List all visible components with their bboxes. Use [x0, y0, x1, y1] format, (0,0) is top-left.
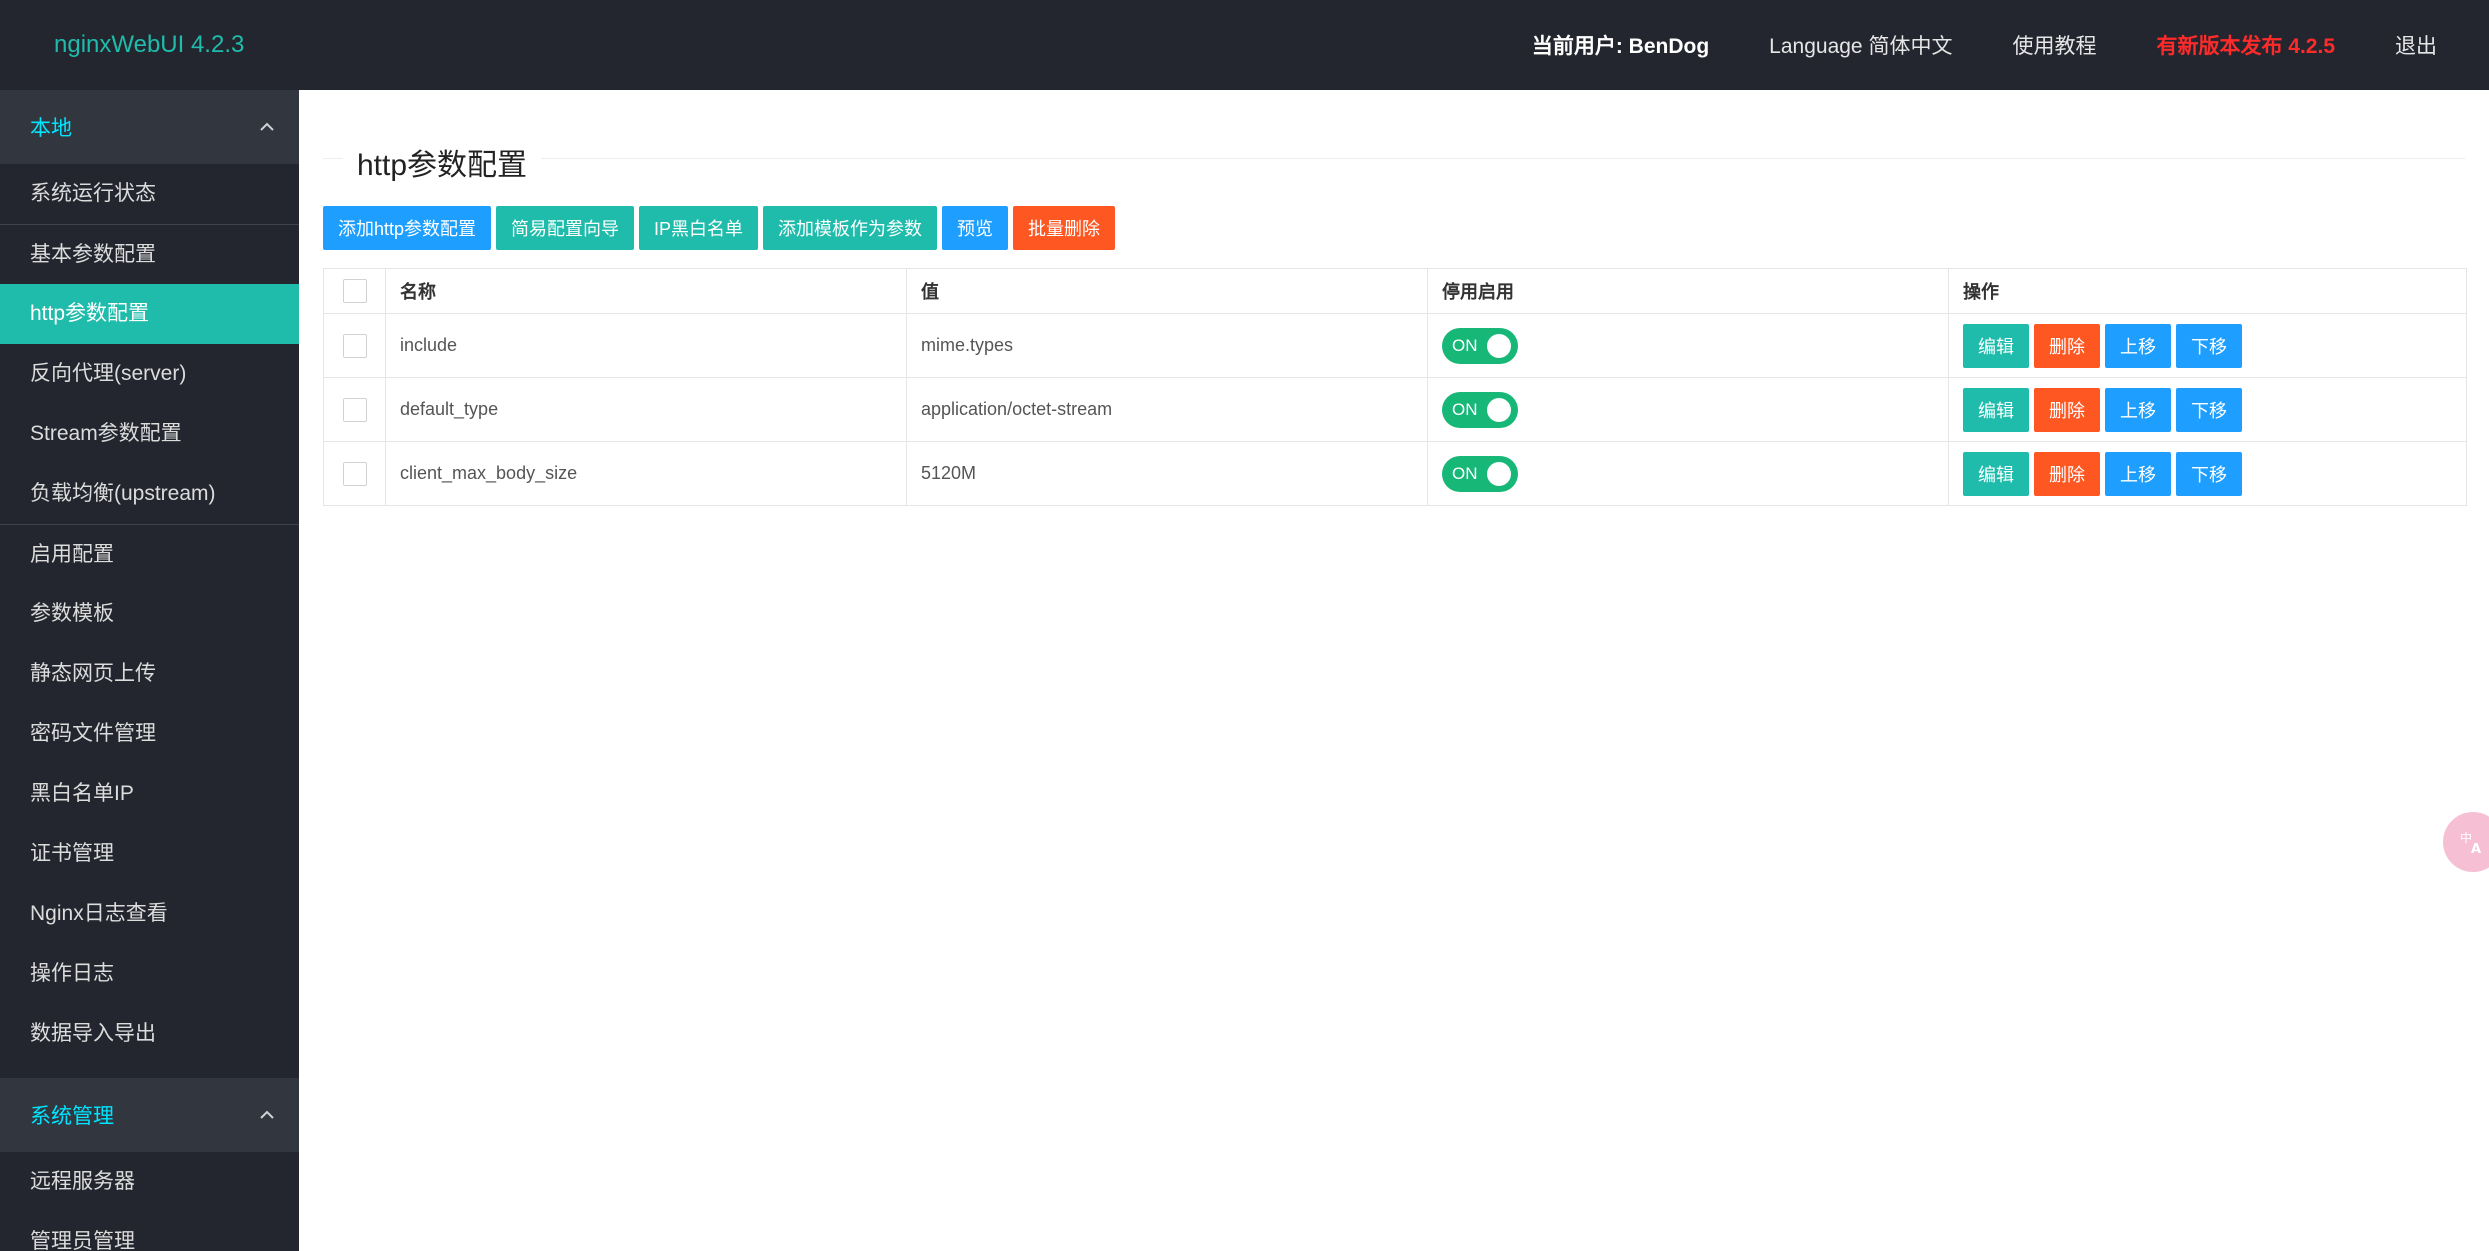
sidebar-item-password-files[interactable]: 密码文件管理 — [0, 704, 299, 764]
enable-toggle[interactable]: ON — [1442, 391, 1518, 428]
top-header: nginxWebUI 4.2.3 当前用户: BenDog Language 简… — [0, 0, 2489, 90]
logout-link[interactable]: 退出 — [2395, 30, 2437, 60]
move-up-button[interactable]: 上移 — [2105, 451, 2171, 496]
title-divider — [323, 158, 2465, 159]
top-nav: 当前用户: BenDog Language 简体中文 使用教程 有新版本发布 4… — [1532, 0, 2489, 90]
move-down-button[interactable]: 下移 — [2176, 387, 2242, 432]
sidebar-item-nginx-logs[interactable]: Nginx日志查看 — [0, 884, 299, 944]
tutorial-link[interactable]: 使用教程 — [2012, 30, 2096, 60]
sidebar-item-param-template[interactable]: 参数模板 — [0, 584, 299, 644]
toggle-label: ON — [1452, 463, 1478, 483]
row-checkbox[interactable] — [342, 397, 367, 422]
chevron-up-icon — [255, 115, 279, 139]
add-template-button[interactable]: 添加模板作为参数 — [763, 206, 938, 250]
select-all-cell — [323, 268, 386, 314]
row-value: mime.types — [906, 313, 1428, 378]
sidebar-item-reverse-proxy[interactable]: 反向代理(server) — [0, 344, 299, 404]
page-title: http参数配置 — [343, 140, 542, 184]
batch-delete-button[interactable]: 批量删除 — [1013, 206, 1116, 250]
sidebar-item-apply-config[interactable]: 启用配置 — [0, 524, 299, 584]
preview-button[interactable]: 预览 — [942, 206, 1009, 250]
chevron-up-icon — [255, 1103, 279, 1127]
toggle-knob — [1487, 461, 1511, 486]
sidebar-item-upstream[interactable]: 负载均衡(upstream) — [0, 464, 299, 524]
toggle-label: ON — [1452, 399, 1478, 419]
row-name: client_max_body_size — [385, 441, 907, 506]
sidebar-item-basic-params[interactable]: 基本参数配置 — [0, 224, 299, 284]
sidebar-item-certificates[interactable]: 证书管理 — [0, 824, 299, 884]
table-header-row: 名称 值 停用启用 操作 — [323, 268, 2467, 314]
row-name: default_type — [385, 377, 907, 442]
sidebar-group-system-label: 系统管理 — [30, 1105, 114, 1128]
row-value: application/octet-stream — [906, 377, 1428, 442]
toolbar: 添加http参数配置 简易配置向导 IP黑白名单 添加模板作为参数 预览 批量删… — [323, 206, 1116, 250]
main-content: http参数配置 添加http参数配置 简易配置向导 IP黑白名单 添加模板作为… — [299, 90, 2489, 1251]
new-release-link[interactable]: 有新版本发布 4.2.5 — [2156, 30, 2335, 60]
sidebar-item-system-status[interactable]: 系统运行状态 — [0, 164, 299, 224]
config-wizard-button[interactable]: 简易配置向导 — [496, 206, 635, 250]
add-http-param-button[interactable]: 添加http参数配置 — [323, 206, 492, 250]
edit-button[interactable]: 编辑 — [1963, 451, 2029, 496]
sidebar-group-local[interactable]: 本地 — [0, 90, 299, 164]
row-actions: 编辑 删除 上移 下移 — [1963, 451, 2452, 496]
language-selector[interactable]: Language 简体中文 — [1769, 30, 1952, 60]
svg-text:A: A — [2471, 842, 2481, 857]
ip-list-button[interactable]: IP黑白名单 — [639, 206, 759, 250]
delete-button[interactable]: 删除 — [2034, 387, 2100, 432]
table-row: default_type application/octet-stream ON… — [323, 377, 2467, 442]
sidebar-group-system[interactable]: 系统管理 — [0, 1078, 299, 1152]
header-name: 名称 — [385, 268, 907, 314]
toggle-knob — [1487, 397, 1511, 422]
sidebar-item-stream-params[interactable]: Stream参数配置 — [0, 404, 299, 464]
toggle-knob — [1487, 333, 1511, 358]
delete-button[interactable]: 删除 — [2034, 323, 2100, 368]
move-down-button[interactable]: 下移 — [2176, 451, 2242, 496]
edit-button[interactable]: 编辑 — [1963, 323, 2029, 368]
sidebar-item-admin-management[interactable]: 管理员管理 — [0, 1212, 299, 1251]
edit-button[interactable]: 编辑 — [1963, 387, 2029, 432]
header-value: 值 — [906, 268, 1428, 314]
row-actions: 编辑 删除 上移 下移 — [1963, 387, 2452, 432]
header-ops: 操作 — [1948, 268, 2467, 314]
row-actions: 编辑 删除 上移 下移 — [1963, 323, 2452, 368]
sidebar-group-local-label: 本地 — [30, 117, 72, 140]
sidebar-item-http-params[interactable]: http参数配置 — [0, 284, 299, 344]
toggle-label: ON — [1452, 335, 1478, 355]
sidebar-item-operation-logs[interactable]: 操作日志 — [0, 944, 299, 1004]
sidebar-item-remote-servers[interactable]: 远程服务器 — [0, 1152, 299, 1212]
params-table: 名称 值 停用启用 操作 include mime.types ON 编辑 删除… — [323, 268, 2467, 506]
sidebar-item-import-export[interactable]: 数据导入导出 — [0, 1004, 299, 1064]
enable-toggle[interactable]: ON — [1442, 327, 1518, 364]
move-down-button[interactable]: 下移 — [2176, 323, 2242, 368]
header-enabled: 停用启用 — [1427, 268, 1949, 314]
enable-toggle[interactable]: ON — [1442, 455, 1518, 492]
move-up-button[interactable]: 上移 — [2105, 323, 2171, 368]
delete-button[interactable]: 删除 — [2034, 451, 2100, 496]
row-checkbox[interactable] — [342, 461, 367, 486]
row-name: include — [385, 313, 907, 378]
select-all-checkbox[interactable] — [342, 279, 367, 303]
sidebar-item-ip-lists[interactable]: 黑白名单IP — [0, 764, 299, 824]
translate-icon[interactable]: 中 A — [2443, 812, 2489, 872]
move-up-button[interactable]: 上移 — [2105, 387, 2171, 432]
row-checkbox[interactable] — [342, 333, 367, 358]
sidebar-item-static-upload[interactable]: 静态网页上传 — [0, 644, 299, 704]
table-row: include mime.types ON 编辑 删除 上移 下移 — [323, 313, 2467, 378]
row-value: 5120M — [906, 441, 1428, 506]
table-row: client_max_body_size 5120M ON 编辑 删除 上移 下… — [323, 441, 2467, 506]
sidebar: 本地 系统运行状态 基本参数配置 http参数配置 反向代理(server) S… — [0, 90, 299, 1251]
app-logo[interactable]: nginxWebUI 4.2.3 — [54, 0, 244, 90]
current-user-label[interactable]: 当前用户: BenDog — [1532, 30, 1709, 60]
